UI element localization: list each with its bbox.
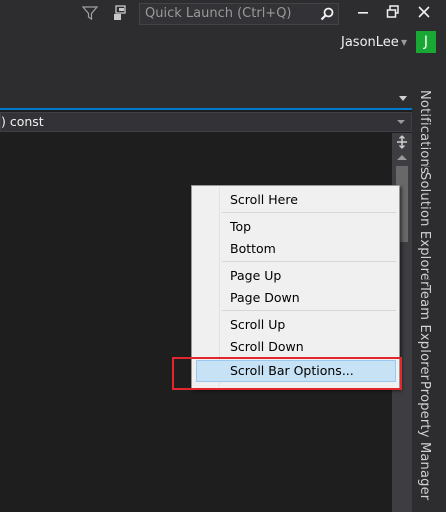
tab-team-explorer[interactable]: Team Explorer: [417, 285, 432, 380]
chevron-down-icon[interactable]: ▼: [401, 38, 407, 47]
menu-item-page-up[interactable]: Page Up: [222, 266, 396, 286]
menu-item-scroll-here[interactable]: Scroll Here: [222, 190, 396, 210]
menu-separator: [222, 310, 396, 311]
tab-notifications[interactable]: Notifications: [417, 90, 432, 174]
member-nav-text: ) const: [1, 114, 44, 129]
avatar[interactable]: J: [416, 31, 436, 53]
quick-launch-input[interactable]: Quick Launch (Ctrl+Q): [139, 3, 339, 25]
split-handle-icon[interactable]: [395, 135, 409, 149]
member-nav-dropdown[interactable]: ) const: [0, 112, 412, 132]
feedback-icon[interactable]: [113, 5, 131, 21]
restore-icon[interactable]: [385, 4, 401, 20]
tab-solution-explorer[interactable]: Solution Explorer: [417, 172, 432, 287]
tab-separator: [424, 279, 430, 280]
menu-item-scroll-up[interactable]: Scroll Up: [222, 315, 396, 335]
scroll-up-arrow-icon[interactable]: [397, 155, 407, 160]
active-tab-accent: [0, 108, 412, 110]
filter-icon[interactable]: [82, 5, 98, 21]
close-icon[interactable]: [416, 4, 432, 20]
menu-separator: [222, 212, 396, 213]
chevron-down-icon[interactable]: [397, 120, 405, 124]
search-icon[interactable]: [320, 7, 334, 21]
menu-separator: [222, 261, 396, 262]
tab-property-manager[interactable]: Property Manager: [417, 381, 432, 500]
menu-item-bottom[interactable]: Bottom: [222, 239, 396, 259]
menu-item-top[interactable]: Top: [222, 217, 396, 237]
tab-overflow-icon[interactable]: [399, 96, 407, 101]
minimize-icon[interactable]: [355, 4, 371, 20]
quick-launch-placeholder: Quick Launch (Ctrl+Q): [145, 6, 292, 21]
highlight-annotation-box: [172, 357, 402, 390]
tab-separator: [424, 166, 430, 167]
tab-separator: [424, 375, 430, 376]
menu-item-page-down[interactable]: Page Down: [222, 288, 396, 308]
user-name[interactable]: JasonLee: [341, 35, 399, 50]
menu-item-scroll-down[interactable]: Scroll Down: [222, 337, 396, 357]
